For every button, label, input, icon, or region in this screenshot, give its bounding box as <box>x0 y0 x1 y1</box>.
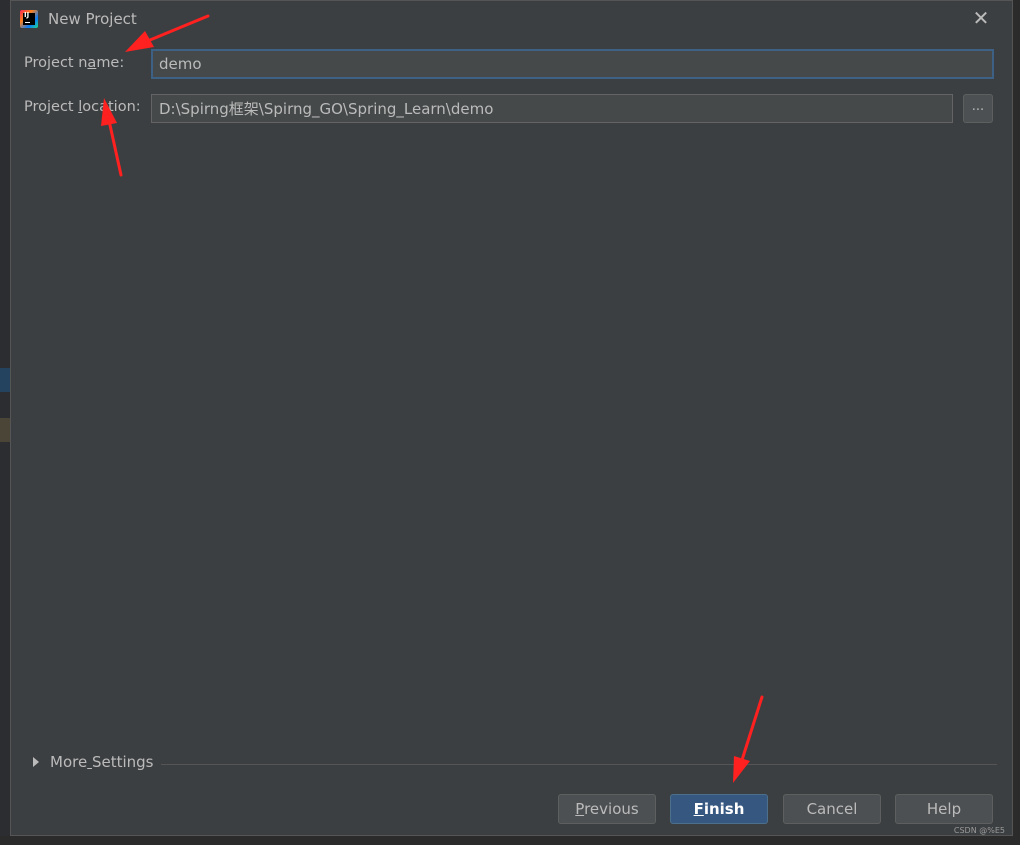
close-icon: ✕ <box>972 6 990 30</box>
close-button[interactable]: ✕ <box>972 6 990 30</box>
watermark: CSDN @%E5 <box>953 826 1005 835</box>
more-settings-label[interactable]: More Settings <box>50 753 154 771</box>
dialog-title: New Project <box>48 10 137 28</box>
cancel-button[interactable]: Cancel <box>783 794 881 824</box>
finish-button[interactable]: Finish <box>670 794 768 824</box>
dialog-titlebar: IJ New Project ✕ <box>11 1 1012 37</box>
project-location-input[interactable]: D:\Spirng框架\Spirng_GO\Spring_Learn\demo <box>151 94 953 123</box>
expand-triangle-icon <box>33 757 39 767</box>
more-settings-toggle[interactable]: More Settings <box>29 753 1004 775</box>
background-ide-bottom <box>0 836 1020 845</box>
background-selection-stripe <box>0 368 10 392</box>
more-settings-divider <box>161 764 997 765</box>
browse-location-button[interactable]: ... <box>963 94 993 123</box>
project-name-label: Project name: <box>24 55 125 71</box>
project-location-label: Project location: <box>24 99 141 115</box>
intellij-idea-icon: IJ <box>20 10 38 28</box>
background-ide-window <box>0 0 10 845</box>
help-button[interactable]: Help <box>895 794 993 824</box>
background-highlight-stripe <box>0 418 10 442</box>
previous-button[interactable]: Previous <box>558 794 656 824</box>
project-name-input[interactable]: demo <box>151 49 994 79</box>
new-project-dialog: IJ New Project ✕ Project name: demo Proj… <box>10 0 1013 836</box>
